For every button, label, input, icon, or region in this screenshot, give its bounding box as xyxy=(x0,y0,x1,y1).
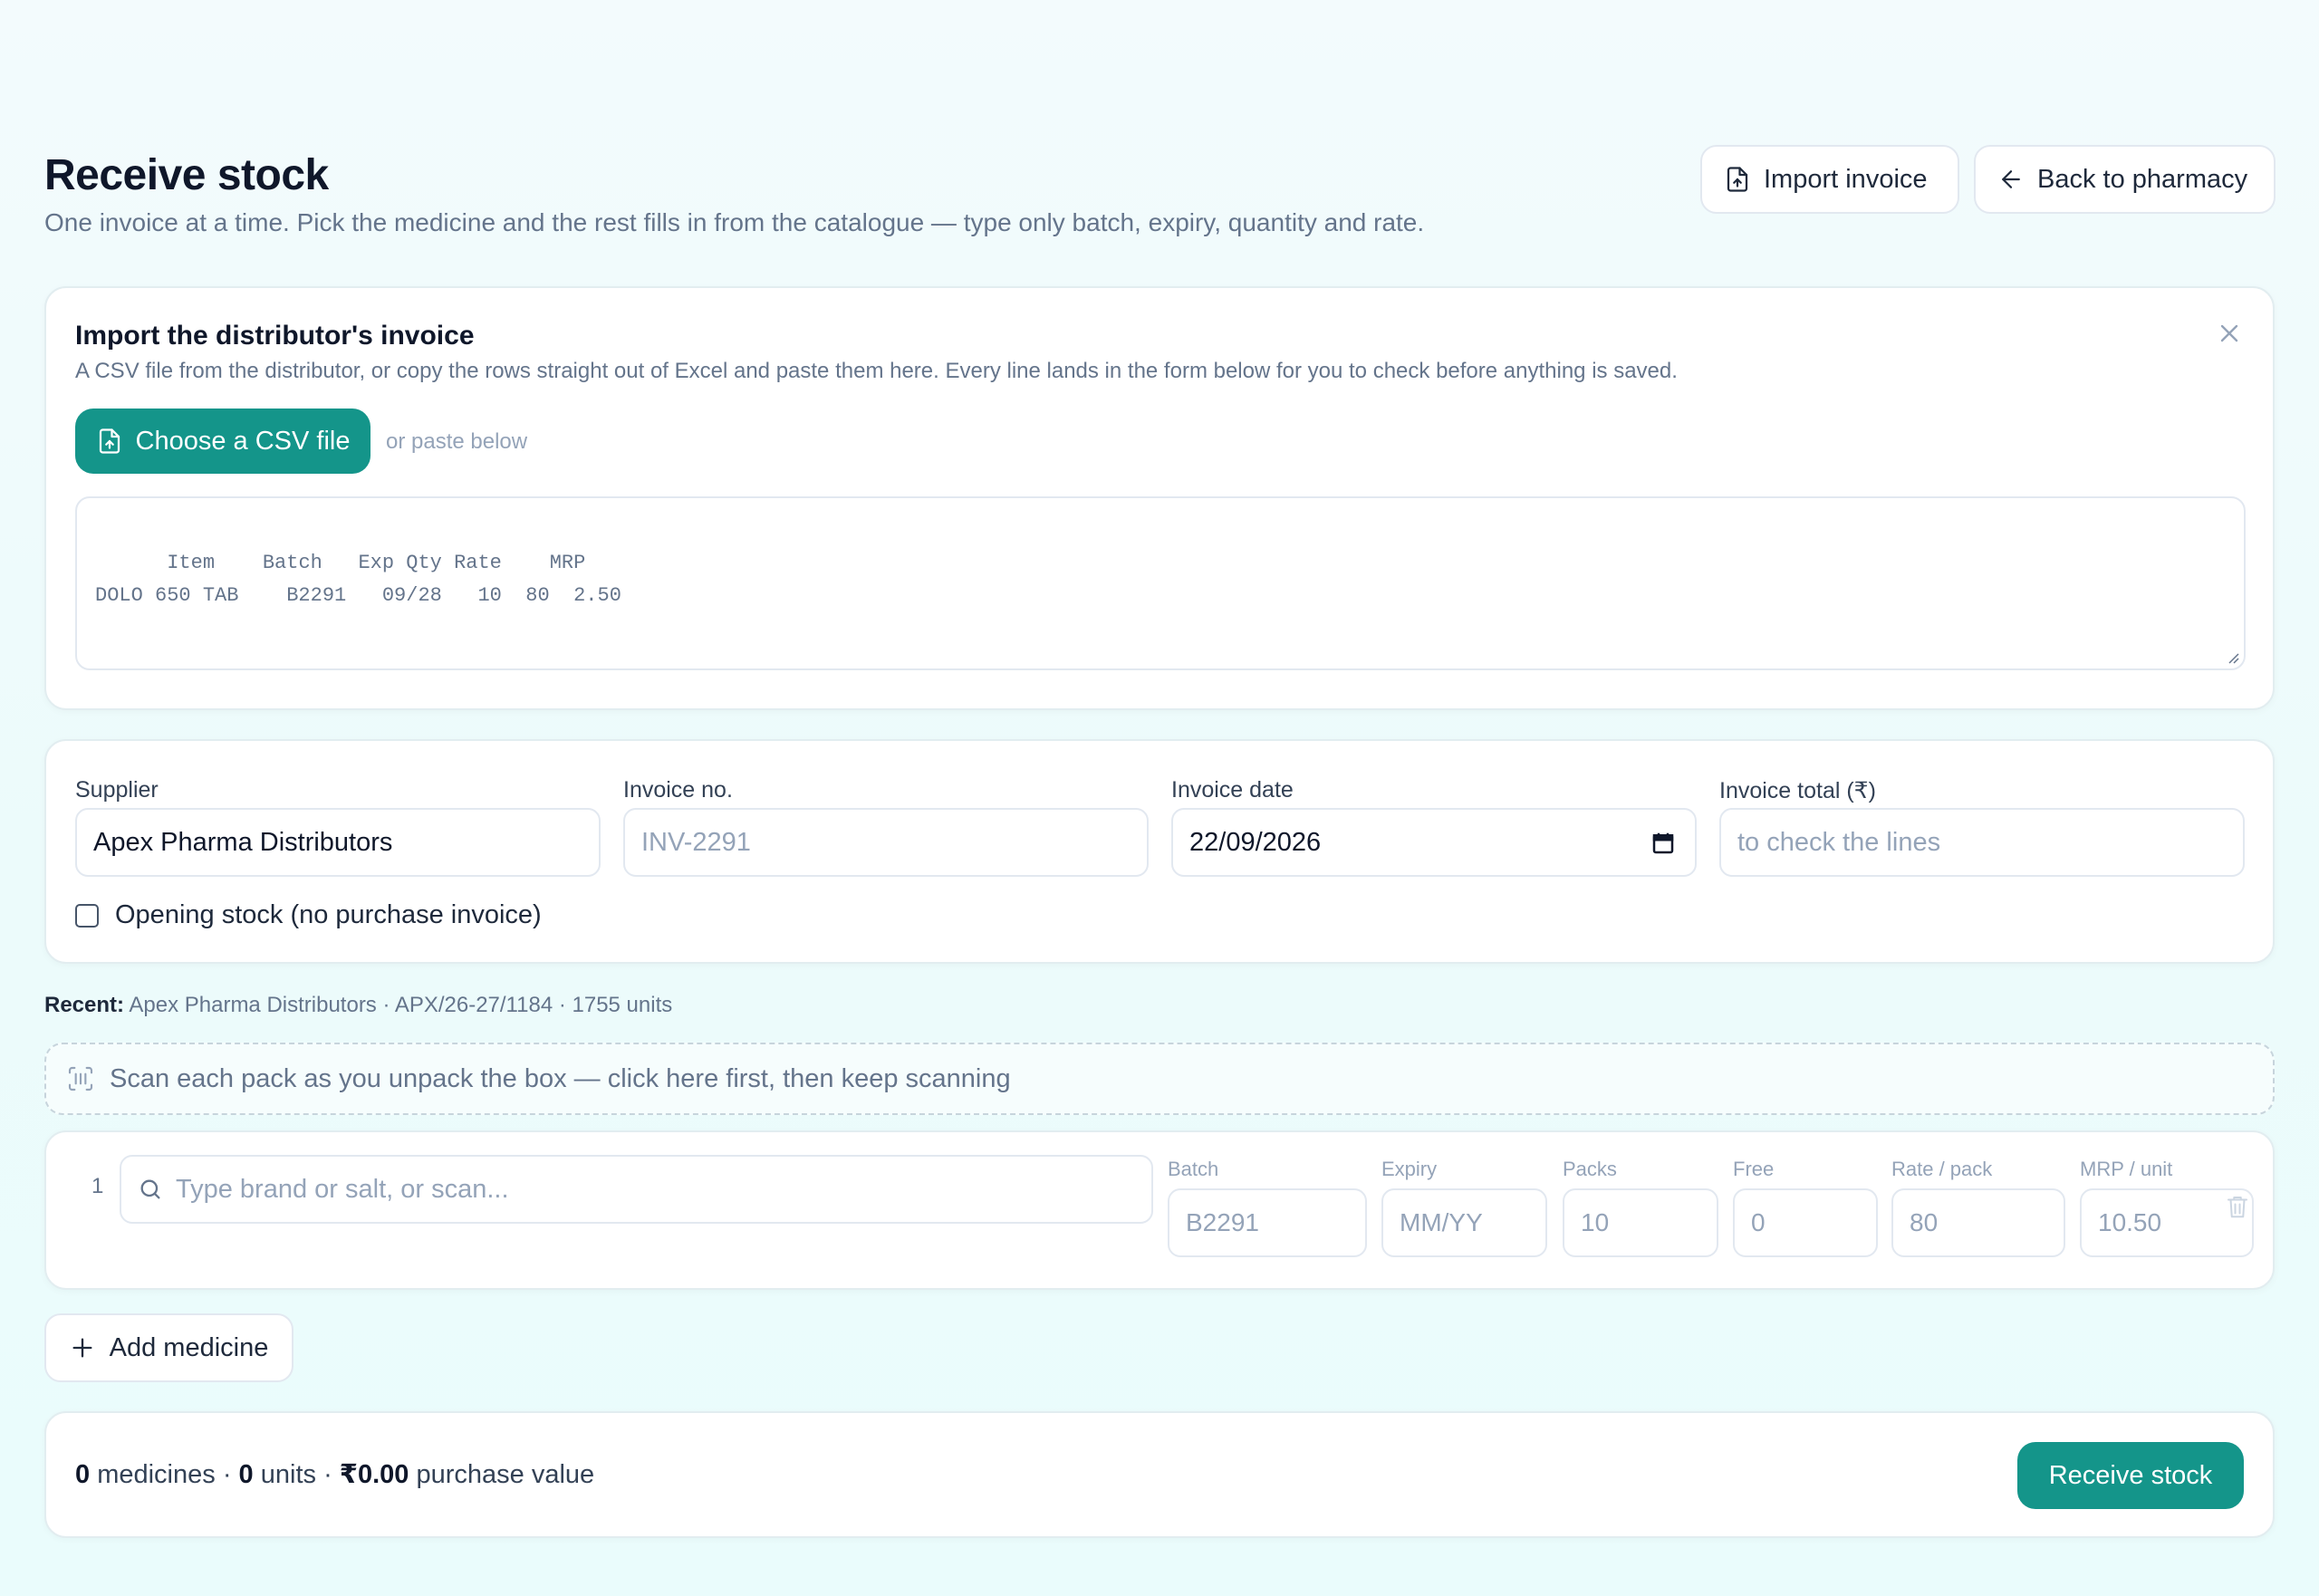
import-invoice-panel: Import the distributor's invoice A CSV f… xyxy=(44,286,2275,710)
packs-input[interactable]: 10 xyxy=(1563,1188,1718,1257)
add-medicine-button[interactable]: Add medicine xyxy=(44,1313,293,1382)
scan-input-area[interactable]: Scan each pack as you unpack the box — c… xyxy=(44,1043,2275,1115)
choose-csv-button[interactable]: Choose a CSV file xyxy=(75,409,370,474)
rate-placeholder: 80 xyxy=(1910,1208,1939,1236)
line-number: 1 xyxy=(91,1174,104,1198)
barcode-scan-icon xyxy=(68,1066,93,1091)
import-invoice-button[interactable]: Import invoice xyxy=(1700,145,1959,214)
paste-textarea[interactable]: Item Batch Exp Qty Rate MRP DOLO 650 TAB… xyxy=(75,496,2246,670)
recent-text: Apex Pharma Distributors · APX/26-27/118… xyxy=(129,993,673,1017)
invoice-date-input[interactable]: 22/09/2026 xyxy=(1171,808,1697,877)
back-to-pharmacy-label: Back to pharmacy xyxy=(2037,164,2248,194)
invoice-total-placeholder: to check the lines xyxy=(1737,827,1941,857)
file-upload-icon xyxy=(1727,167,1748,192)
recent-invoice[interactable]: Recent: Apex Pharma Distributors · APX/2… xyxy=(44,993,672,1018)
scan-text: Scan each pack as you unpack the box — c… xyxy=(110,1063,1011,1093)
supplier-value: Apex Pharma Distributors xyxy=(93,827,393,857)
batch-label: Batch xyxy=(1168,1158,1219,1180)
supplier-label: Supplier xyxy=(75,777,159,803)
invoice-total-input[interactable]: to check the lines xyxy=(1719,808,2245,877)
page-title: Receive stock xyxy=(44,151,329,199)
units-label: units · xyxy=(260,1460,332,1489)
paste-placeholder: Item Batch Exp Qty Rate MRP DOLO 650 TAB… xyxy=(95,552,621,607)
medicines-count: 0 xyxy=(75,1460,91,1489)
expiry-label: Expiry xyxy=(1381,1158,1438,1180)
opening-stock-checkbox[interactable] xyxy=(75,903,99,928)
invoice-date-label: Invoice date xyxy=(1171,777,1294,803)
close-icon[interactable] xyxy=(2215,319,2244,348)
packs-label: Packs xyxy=(1563,1158,1617,1180)
invoice-date-value: 22/09/2026 xyxy=(1189,827,1322,857)
medicine-search-input[interactable]: Type brand or salt, or scan... xyxy=(120,1155,1153,1224)
resize-grip-icon[interactable] xyxy=(2224,649,2240,665)
medicine-line-item: 1 Type brand or salt, or scan... Batch B… xyxy=(44,1130,2275,1290)
medicines-label: medicines · xyxy=(97,1460,232,1489)
mrp-label: MRP / unit xyxy=(2080,1158,2173,1180)
medicine-search-placeholder: Type brand or salt, or scan... xyxy=(176,1174,509,1204)
rate-label: Rate / pack xyxy=(1891,1158,1993,1180)
recent-label: Recent: xyxy=(44,993,125,1017)
page-subtitle: One invoice at a time. Pick the medicine… xyxy=(44,208,1425,236)
purchase-value: ₹0.00 xyxy=(339,1460,409,1489)
file-upload-icon xyxy=(99,428,120,454)
free-label: Free xyxy=(1733,1158,1775,1180)
rate-input[interactable]: 80 xyxy=(1891,1188,2065,1257)
batch-input[interactable]: B2291 xyxy=(1168,1188,1367,1257)
summary-bar: 0 medicines · 0 units · ₹0.00 purchase v… xyxy=(44,1411,2275,1538)
import-panel-title: Import the distributor's invoice xyxy=(75,321,475,351)
expiry-input[interactable]: MM/YY xyxy=(1381,1188,1547,1257)
batch-placeholder: B2291 xyxy=(1186,1208,1259,1236)
search-icon xyxy=(140,1179,160,1199)
add-medicine-label: Add medicine xyxy=(109,1332,269,1362)
supplier-input[interactable]: Apex Pharma Distributors xyxy=(75,808,601,877)
trash-icon[interactable] xyxy=(2224,1191,2251,1222)
import-panel-description: A CSV file from the distributor, or copy… xyxy=(75,359,1678,383)
invoice-no-label: Invoice no. xyxy=(623,777,733,803)
summary-text: 0 medicines · 0 units · ₹0.00 purchase v… xyxy=(75,1458,594,1490)
choose-csv-label: Choose a CSV file xyxy=(135,426,351,456)
receive-stock-button[interactable]: Receive stock xyxy=(2017,1442,2244,1509)
invoice-no-input[interactable]: INV-2291 xyxy=(623,808,1149,877)
calendar-icon[interactable] xyxy=(1650,830,1677,857)
import-invoice-label: Import invoice xyxy=(1764,164,1928,194)
arrow-left-icon xyxy=(2002,170,2020,188)
plus-icon xyxy=(72,1338,92,1358)
page-header: Receive stock One invoice at a time. Pic… xyxy=(44,145,2276,245)
expiry-placeholder: MM/YY xyxy=(1400,1208,1483,1236)
back-to-pharmacy-button[interactable]: Back to pharmacy xyxy=(1974,145,2276,214)
free-input[interactable]: 0 xyxy=(1733,1188,1878,1257)
paste-hint: or paste below xyxy=(386,429,528,454)
opening-stock-row: Opening stock (no purchase invoice) xyxy=(75,900,542,930)
invoice-details-panel: Supplier Apex Pharma Distributors Invoic… xyxy=(44,739,2275,964)
mrp-placeholder: 10.50 xyxy=(2098,1208,2162,1236)
invoice-total-label: Invoice total (₹) xyxy=(1719,778,1876,803)
packs-placeholder: 10 xyxy=(1581,1208,1610,1236)
purchase-value-label: purchase value xyxy=(416,1460,595,1489)
free-placeholder: 0 xyxy=(1751,1208,1766,1236)
invoice-no-placeholder: INV-2291 xyxy=(641,827,751,857)
units-count: 0 xyxy=(238,1460,254,1489)
opening-stock-label[interactable]: Opening stock (no purchase invoice) xyxy=(115,900,542,930)
